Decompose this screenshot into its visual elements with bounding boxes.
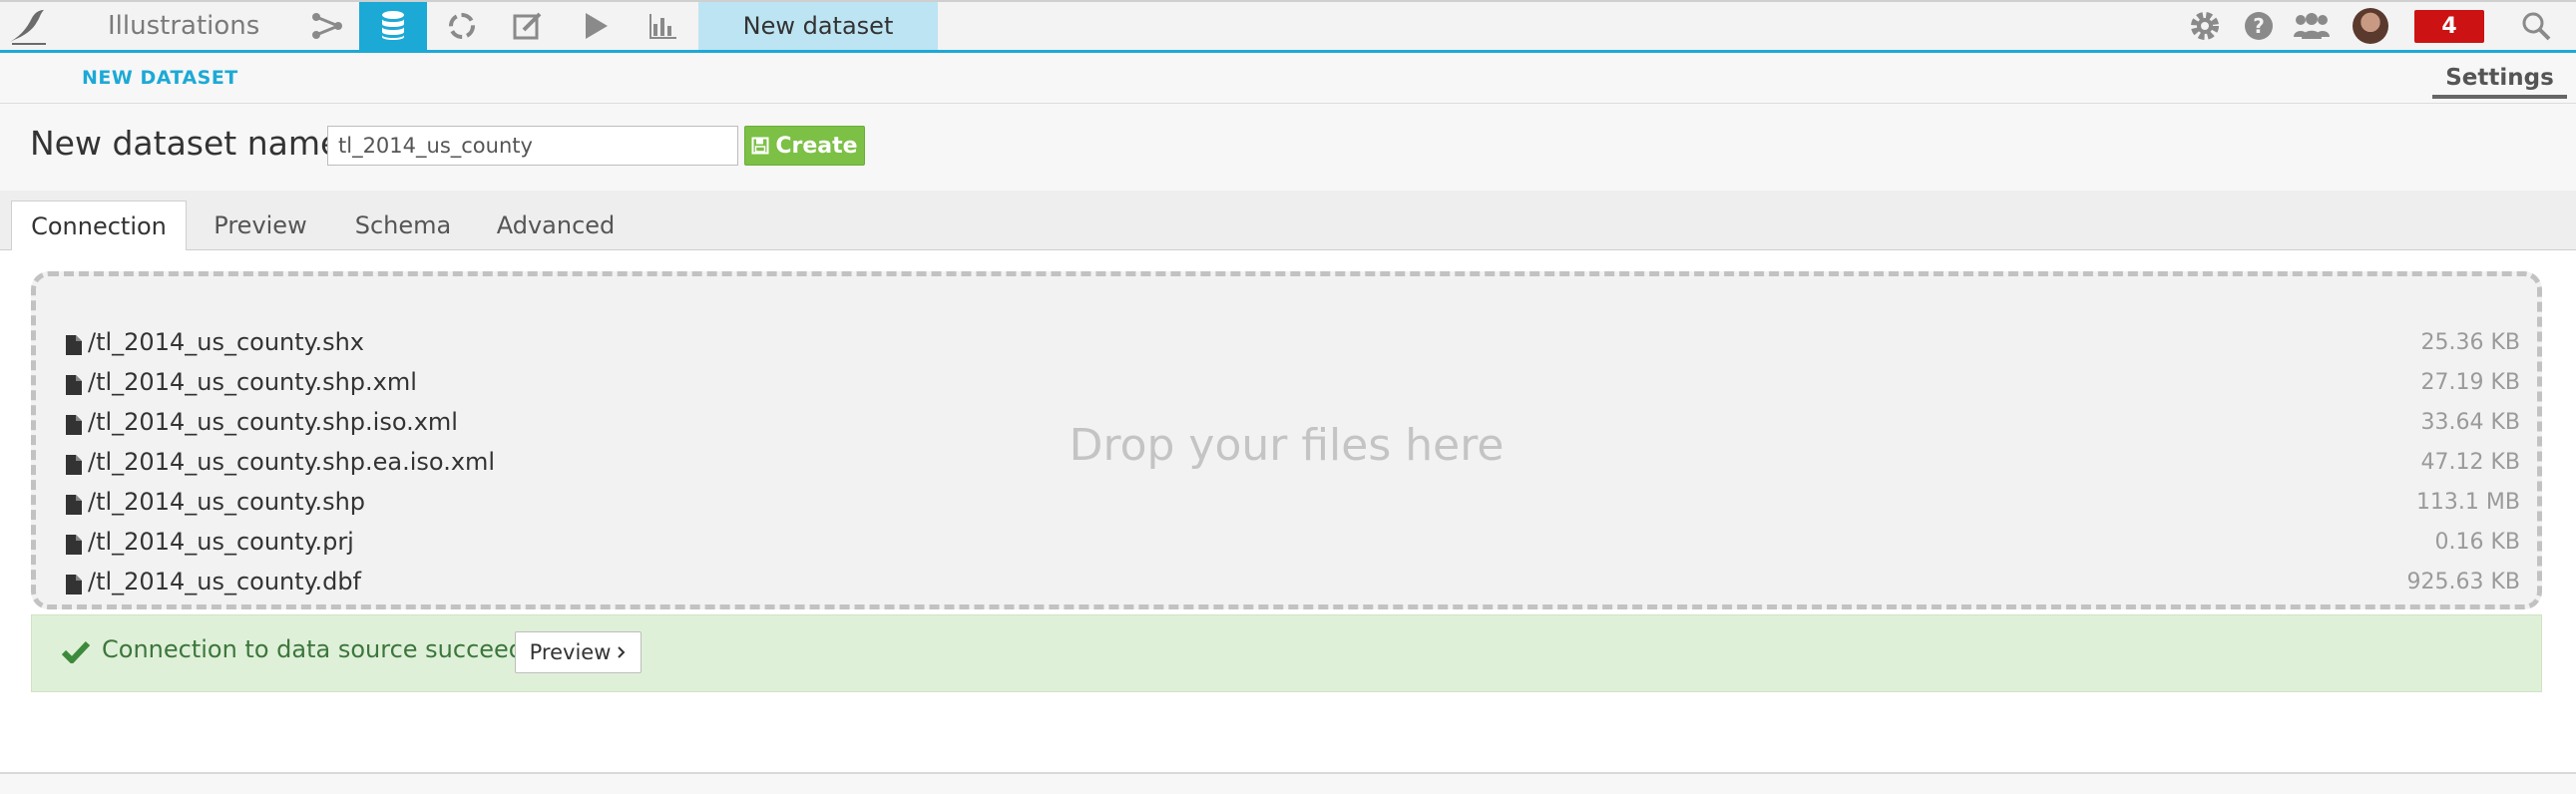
file-name: /tl_2014_us_county.shp.ea.iso.xml — [88, 448, 496, 476]
breadcrumb[interactable]: NEW DATASET — [82, 67, 238, 89]
dashboards-icon[interactable] — [631, 2, 696, 50]
jobs-icon[interactable] — [563, 2, 629, 50]
file-list-item: /tl_2014_us_county.prj 0.16 KB — [66, 526, 2520, 566]
file-icon — [66, 535, 82, 555]
preview-button-label: Preview — [529, 640, 612, 664]
tab-settings[interactable]: Settings — [2432, 65, 2567, 99]
file-size: 27.19 KB — [2420, 370, 2521, 395]
dataset-name-input[interactable] — [327, 126, 738, 166]
chevron-right-icon — [618, 646, 626, 658]
file-name: /tl_2014_us_county.shp.xml — [88, 368, 417, 396]
tab-new-dataset[interactable]: New dataset — [698, 2, 938, 50]
file-size: 25.36 KB — [2420, 330, 2521, 355]
file-icon — [66, 575, 82, 595]
help-icon[interactable]: ? — [2239, 2, 2279, 50]
file-list-item: /tl_2014_us_county.shp.ea.iso.xml 47.12 … — [66, 446, 2520, 486]
flow-icon[interactable] — [295, 2, 359, 50]
file-icon — [66, 335, 82, 355]
gear-icon[interactable] — [2185, 2, 2225, 50]
create-button[interactable]: Create — [744, 126, 865, 166]
tab-preview[interactable]: Preview — [200, 200, 321, 250]
check-icon — [62, 640, 90, 663]
file-size: 925.63 KB — [2406, 570, 2521, 595]
subheader: NEW DATASET Settings — [0, 53, 2576, 104]
top-navbar: Illustrations New dataset ? 4 — [0, 0, 2576, 53]
search-icon[interactable] — [2516, 2, 2556, 50]
file-icon — [66, 455, 82, 475]
file-icon — [66, 415, 82, 435]
status-message: Connection to data source succeeded — [102, 635, 555, 663]
notification-badge[interactable]: 4 — [2414, 10, 2484, 43]
dataset-name-label: New dataset name — [30, 124, 341, 163]
file-list-item: /tl_2014_us_county.shp.xml 27.19 KB — [66, 366, 2520, 406]
file-size: 113.1 MB — [2415, 490, 2520, 515]
tab-advanced[interactable]: Advanced — [489, 200, 623, 250]
connection-panel: Drop your files here /tl_2014_us_county.… — [0, 250, 2576, 774]
file-size: 0.16 KB — [2434, 530, 2521, 555]
avatar[interactable] — [2353, 8, 2388, 44]
tab-connection[interactable]: Connection — [11, 200, 187, 251]
connection-status-alert: Connection to data source succeeded Prev… — [31, 614, 2542, 692]
users-icon[interactable] — [2291, 2, 2333, 50]
file-icon — [66, 495, 82, 515]
save-icon — [751, 137, 769, 155]
recipes-icon[interactable] — [429, 2, 495, 50]
file-list-item: /tl_2014_us_county.dbf 925.63 KB — [66, 566, 2520, 605]
bird-logo-icon[interactable] — [0, 2, 56, 50]
file-size: 33.64 KB — [2420, 410, 2521, 435]
file-name: /tl_2014_us_county.shp.iso.xml — [88, 408, 458, 436]
project-name[interactable]: Illustrations — [108, 2, 259, 50]
tab-strip: Connection Preview Schema Advanced — [0, 191, 2576, 251]
file-dropzone[interactable]: Drop your files here /tl_2014_us_county.… — [31, 271, 2542, 609]
file-name: /tl_2014_us_county.dbf — [88, 568, 361, 596]
file-list-item: /tl_2014_us_county.shx 25.36 KB — [66, 326, 2520, 366]
svg-text:?: ? — [2253, 14, 2265, 38]
notebooks-icon[interactable] — [495, 2, 561, 50]
file-name: /tl_2014_us_county.shx — [88, 328, 364, 356]
file-list-item: /tl_2014_us_county.shp 113.1 MB — [66, 486, 2520, 526]
datasets-icon[interactable] — [359, 2, 427, 50]
create-button-label: Create — [775, 133, 858, 159]
file-list-item: /tl_2014_us_county.shp.iso.xml 33.64 KB — [66, 406, 2520, 446]
file-size: 47.12 KB — [2420, 450, 2521, 475]
file-name: /tl_2014_us_county.prj — [88, 528, 354, 556]
tab-schema[interactable]: Schema — [339, 200, 467, 250]
preview-button[interactable]: Preview — [515, 631, 642, 673]
file-name: /tl_2014_us_county.shp — [88, 488, 366, 516]
file-icon — [66, 375, 82, 395]
